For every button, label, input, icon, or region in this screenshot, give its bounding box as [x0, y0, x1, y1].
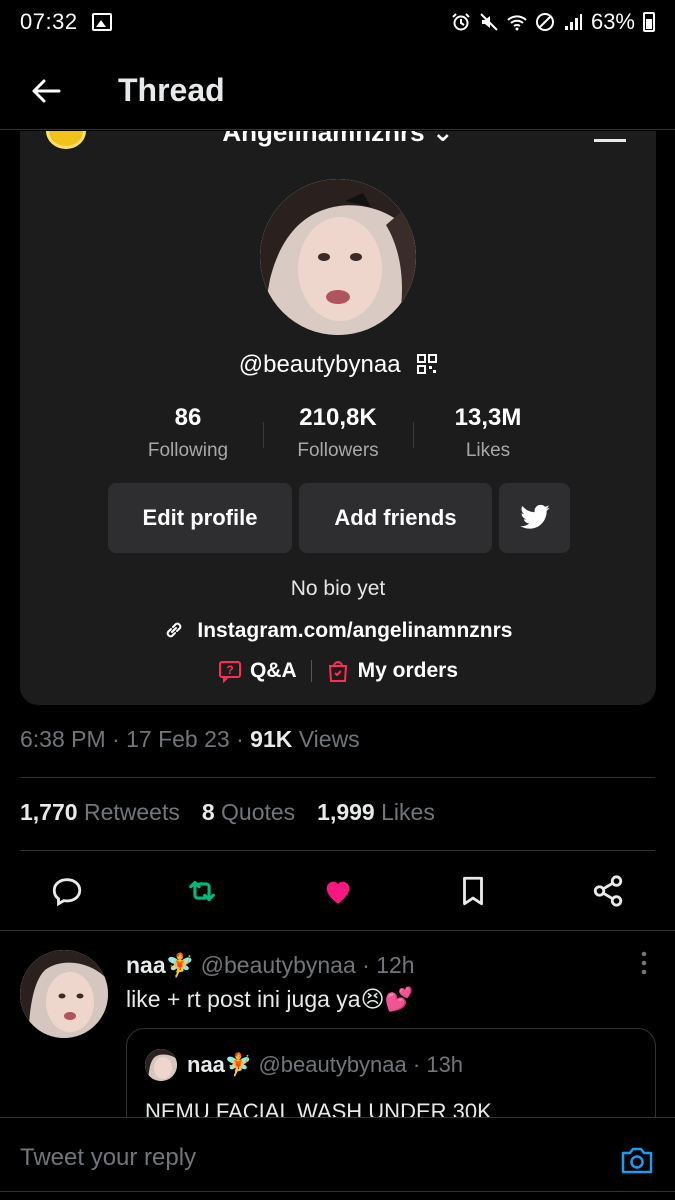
alarm-icon	[452, 13, 470, 31]
twitter-bird-icon	[519, 504, 550, 529]
status-time: 07:32	[20, 9, 78, 34]
profile-handle: @beautybynaa	[20, 351, 656, 379]
quoted-header: naa🧚 @beautybynaa · 13h	[187, 1052, 464, 1077]
reply-time: 12h	[376, 952, 415, 978]
profile-shortcuts: ? Q&A My orders	[20, 659, 656, 683]
quoted-avatar	[145, 1049, 177, 1081]
status-icons: 63%	[451, 9, 655, 35]
signal-icon	[564, 14, 582, 30]
reply-icon[interactable]	[50, 874, 84, 908]
tweet-timestamp: 6:38 PM · 17 Feb 23 · 91K Views	[20, 726, 360, 752]
twitter-button	[499, 483, 570, 553]
back-arrow-icon	[32, 79, 61, 102]
reply-author-name[interactable]: naa🧚	[126, 952, 194, 978]
more-options-icon[interactable]	[641, 950, 647, 976]
share-icon[interactable]	[591, 874, 625, 908]
gallery-notification-icon	[91, 13, 112, 31]
link-icon	[166, 622, 181, 638]
quotes-count-link[interactable]: 8 Quotes	[202, 799, 295, 826]
stat-followers: 210,8K Followers	[263, 404, 413, 462]
retweets-count-link[interactable]: 1,770 Retweets	[20, 799, 180, 826]
qr-code-icon	[417, 354, 438, 374]
orders-bag-icon	[328, 661, 347, 682]
menu-icon	[594, 139, 626, 142]
qa-label: Q&A	[249, 659, 297, 682]
tweet-engagement-counts: 1,770 Retweets 8 Quotes 1,999 Likes	[20, 799, 435, 826]
page-title: Thread	[118, 72, 225, 108]
thread-header: Thread	[0, 52, 675, 130]
camera-icon[interactable]	[619, 1142, 655, 1178]
stat-following: 86 Following	[147, 404, 229, 461]
profile-top-name: Angelinamnznrs ⌄	[222, 131, 454, 147]
profile-bio: No bio yet	[290, 577, 386, 600]
quoted-author-handle: @beautybynaa	[258, 1052, 407, 1077]
do-not-disturb-icon	[535, 13, 554, 31]
battery-icon	[643, 12, 655, 32]
reply-input[interactable]: Tweet your reply	[20, 1144, 196, 1172]
mute-icon	[480, 13, 498, 31]
wifi-icon	[507, 15, 527, 31]
orders-label: My orders	[357, 659, 459, 682]
reply-author-handle: @beautybynaa	[200, 952, 356, 978]
divider	[20, 850, 655, 851]
add-friends-button: Add friends	[299, 483, 492, 553]
divider	[0, 930, 675, 931]
tweet-media-image[interactable]: Angelinamnznrs ⌄ @beautybynaa 86 Followi…	[20, 131, 656, 705]
stat-likes: 13,3M Likes	[413, 404, 563, 462]
reply-header: naa🧚 @beautybynaa · 12h	[126, 952, 415, 978]
qa-icon: ?	[218, 661, 241, 683]
likes-count-link[interactable]: 1,999 Likes	[317, 799, 435, 826]
quoted-time: 13h	[426, 1052, 464, 1077]
status-bar: 07:32 63%	[0, 0, 675, 44]
edit-profile-button: Edit profile	[108, 483, 292, 553]
back-button[interactable]	[16, 61, 76, 121]
reply-text: like + rt post ini juga ya😣💕	[126, 986, 414, 1012]
battery-percent: 63%	[590, 9, 635, 34]
profile-avatar	[260, 179, 416, 335]
divider	[20, 777, 655, 778]
tweet-action-bar	[0, 862, 675, 920]
like-heart-icon[interactable]	[321, 874, 355, 908]
svg-text:?: ?	[226, 663, 233, 677]
retweet-icon[interactable]	[185, 874, 219, 908]
profile-stats: 86 Following 210,8K Followers 13,3M Like…	[20, 404, 656, 462]
reply-composer: Tweet your reply	[0, 1117, 675, 1200]
divider	[0, 1191, 675, 1192]
bookmark-icon[interactable]	[456, 874, 490, 908]
profile-link: Instagram.com/angelinamnznrs	[20, 619, 656, 643]
profile-actions: Edit profile Add friends	[108, 483, 570, 553]
quoted-author-name: naa🧚	[187, 1052, 253, 1077]
reply-avatar[interactable]	[20, 950, 108, 1038]
